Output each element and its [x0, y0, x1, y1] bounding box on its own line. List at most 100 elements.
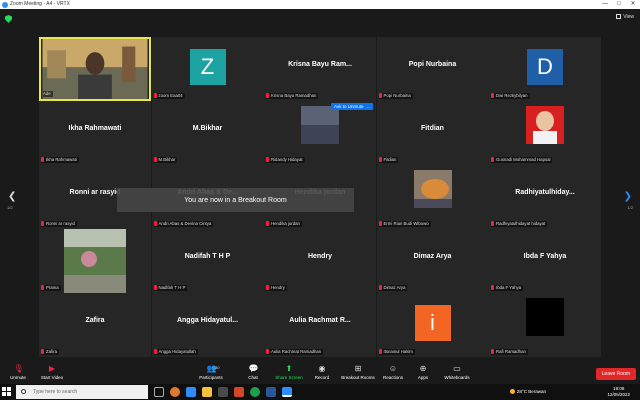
participant-name: Angga Hidayatul...: [176, 316, 239, 324]
participant-tile[interactable]: Zafira Zafira: [39, 293, 151, 357]
view-button[interactable]: View: [616, 14, 634, 20]
participant-tile[interactable]: Fitdian Fitdian: [376, 101, 489, 165]
muted-mic-icon: [153, 285, 157, 291]
window-title: Zoom Meeting - A4 - VRTX: [10, 1, 70, 7]
participant-tile[interactable]: Ridandy Hidayat: [264, 101, 376, 165]
participant-tile[interactable]: Nadifah T H P Nadifah T H P: [151, 229, 264, 293]
participant-tile[interactable]: Popi Nurbaina Popi Nurbaina: [376, 37, 489, 101]
participant-tile[interactable]: Rafi Ramadhan: [489, 293, 601, 357]
taskbar-search-input[interactable]: Type here to search: [16, 385, 148, 399]
muted-mic-icon: [378, 285, 382, 291]
encryption-shield-icon[interactable]: [5, 15, 12, 23]
reactions-smiley-icon: ☺: [388, 364, 398, 373]
participant-name: Krisna Bayu Ram...: [288, 60, 352, 68]
muted-mic-icon: [41, 221, 44, 227]
participant-label: Fitdian: [378, 157, 399, 163]
file-explorer-icon[interactable]: [202, 387, 212, 397]
participant-name: Fitdian: [421, 124, 444, 132]
participant-label: Krisna Bayu Ramadhan: [266, 93, 319, 99]
muted-mic-icon: [153, 93, 157, 99]
participant-tile[interactable]: M.Bikhar M.Bikhar: [151, 101, 264, 165]
participant-label: Aulia Rachmat Ramadhan: [266, 349, 324, 355]
next-page-arrow-icon[interactable]: ❯: [624, 191, 632, 202]
profile-photo: [489, 101, 601, 165]
muted-mic-icon: [41, 285, 44, 291]
participant-name: Ikha Rahmawati: [68, 124, 122, 132]
participant-label: Itsnainul Hakim: [378, 349, 415, 355]
clock[interactable]: 19:08 12/05/2022: [607, 386, 630, 398]
muted-mic-icon: [266, 349, 269, 355]
video-feed: [42, 39, 148, 99]
participant-tile[interactable]: Prama: [39, 229, 151, 293]
muted-mic-icon: [153, 221, 157, 227]
muted-mic-icon: [266, 285, 269, 291]
participant-tile[interactable]: Ermi Rian Budi Wibowo: [376, 165, 489, 229]
participant-tile[interactable]: i Itsnainul Hakim: [376, 293, 489, 357]
word-icon[interactable]: [266, 387, 276, 397]
participant-tile[interactable]: Aulia Rachmat R... Aulia Rachmat Ramadhan: [264, 293, 376, 357]
leave-room-button[interactable]: Leave Room: [595, 368, 636, 380]
muted-mic-icon: [378, 349, 382, 355]
profile-photo: [39, 229, 151, 293]
participant-name: Dimaz Arya: [413, 252, 452, 260]
app-icon-2[interactable]: [186, 387, 196, 397]
participant-label: zoom Eaa04: [153, 93, 185, 99]
avatar: i: [414, 305, 451, 341]
app-icon-1[interactable]: [170, 387, 180, 397]
apps-grid-icon: ⊕: [419, 364, 427, 373]
gallery-grid-icon: [616, 14, 622, 20]
ask-to-unmute-button[interactable]: Ask to Unmute: [331, 103, 367, 110]
participant-label: Gusnadi Mohammad Hapsal: [491, 157, 553, 163]
microphone-muted-icon: 🎙: [13, 364, 24, 373]
sun-icon: [509, 389, 515, 395]
maximize-button[interactable]: □: [612, 0, 626, 9]
participants-button[interactable]: 👥 30 Participants: [189, 364, 233, 380]
zoom-taskbar-icon[interactable]: [282, 387, 292, 397]
participant-tile[interactable]: Krisna Bayu Ram... Krisna Bayu Ramadhan: [264, 37, 376, 101]
start-video-button[interactable]: ▶ Start Video: [30, 364, 74, 380]
muted-mic-icon: [41, 157, 44, 163]
windows-start-icon[interactable]: [2, 387, 12, 397]
muted-mic-icon: [378, 93, 382, 99]
participant-label: Ermi Rian Budi Wibowo: [378, 221, 431, 227]
participant-tile[interactable]: Gusnadi Mohammad Hapsal: [489, 101, 601, 165]
participant-label: Ade: [43, 91, 53, 97]
participant-label: Hendika jordan: [266, 221, 302, 227]
participant-tile[interactable]: Hendry Hendry: [264, 229, 376, 293]
profile-photo: [489, 293, 601, 357]
participant-label: Hendry: [266, 285, 287, 291]
participant-tile[interactable]: Radhiyatulhiday... Radhiyatulhidayat hida…: [489, 165, 601, 229]
muted-mic-icon: [41, 349, 44, 355]
previous-page-arrow-icon[interactable]: ❮: [8, 191, 16, 202]
participant-tile[interactable]: Zzoom Eaa04: [151, 37, 264, 101]
weather-widget[interactable]: 28°C Berawan: [509, 389, 546, 395]
chrome-icon[interactable]: [250, 387, 260, 397]
profile-photo: [264, 101, 376, 165]
more-options-button[interactable]: ...: [365, 103, 373, 110]
participant-tile[interactable]: Ade: [39, 37, 151, 101]
participant-tile[interactable]: Ibda F Yahya Ibda F Yahya: [489, 229, 601, 293]
participant-name: Aulia Rachmat R...: [289, 316, 351, 324]
page-indicator-right: 1/2: [627, 205, 633, 210]
office-icon[interactable]: [234, 387, 244, 397]
participant-label: Ibda F Yahya: [491, 285, 524, 291]
participant-label: Nadifah T H P: [153, 285, 188, 291]
meeting-toolbar: 🎙 Unmute ▶ Start Video 👥 30 Participants…: [0, 362, 640, 384]
windows-taskbar: Type here to search 28°C Berawan 19:08 1…: [0, 384, 640, 400]
participant-label: Zafira: [41, 349, 59, 355]
whiteboards-button[interactable]: ▭ Whiteboards: [435, 364, 479, 380]
participant-tile[interactable]: Ikha Rahmawati Ikha Rahmawati: [39, 101, 151, 165]
store-icon[interactable]: [218, 387, 228, 397]
muted-mic-icon: [491, 221, 494, 227]
participant-tile[interactable]: Angga Hidayatul... Angga Hidayatullah: [151, 293, 264, 357]
close-window-button[interactable]: ✕: [626, 0, 640, 9]
avatar: Z: [189, 49, 226, 85]
participant-name: Zafira: [85, 316, 105, 324]
minimize-button[interactable]: —: [598, 0, 612, 9]
task-view-icon[interactable]: [154, 387, 164, 397]
video-camera-off-icon: ▶: [48, 364, 56, 373]
participant-tile[interactable]: Dimaz Arya Dimaz Arya: [376, 229, 489, 293]
participant-label: Dimaz Arya: [378, 285, 408, 291]
participant-tile[interactable]: D Dwi Rezkybilyan: [489, 37, 601, 101]
search-icon: [21, 389, 26, 394]
